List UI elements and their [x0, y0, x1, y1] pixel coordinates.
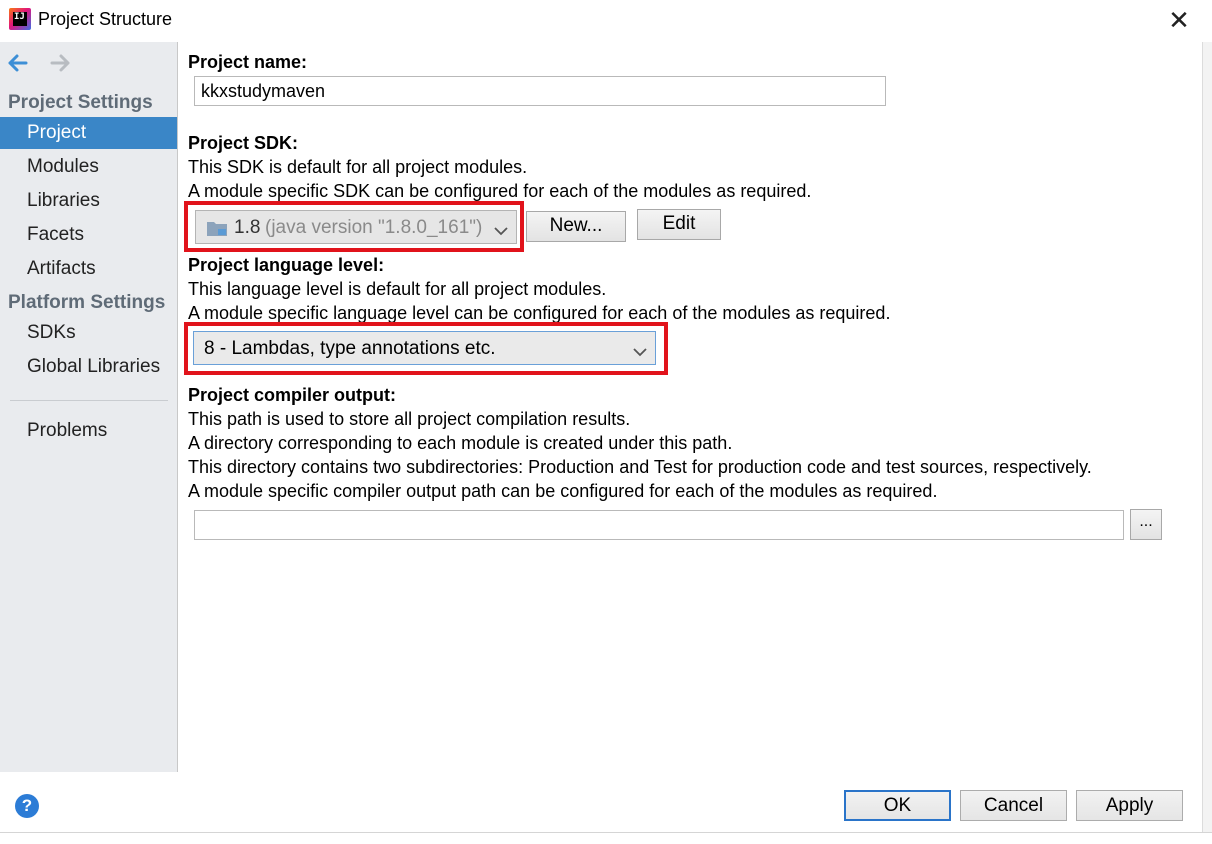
chevron-down-icon: [632, 342, 648, 364]
sdk-version-detail: (java version "1.8.0_161"): [265, 217, 483, 238]
language-level-value: 8 - Lambdas, type annotations etc.: [204, 338, 496, 359]
compiler-output-path-input[interactable]: [194, 510, 1124, 540]
close-icon[interactable]: ✕: [1164, 6, 1194, 36]
bottom-border: [0, 832, 1212, 833]
sidebar-divider: [10, 400, 168, 401]
project-sdk-desc-1: This SDK is default for all project modu…: [188, 157, 528, 177]
sidebar-item-modules[interactable]: Modules: [0, 151, 177, 183]
sidebar-item-facets[interactable]: Facets: [0, 219, 177, 251]
window-title: Project Structure: [38, 9, 173, 29]
sidebar-item-libraries[interactable]: Libraries: [0, 185, 177, 217]
vertical-scrollbar[interactable]: [1202, 42, 1212, 832]
intellij-logo-icon: IJ: [9, 8, 31, 30]
language-level-dropdown[interactable]: 8 - Lambdas, type annotations etc.: [193, 331, 656, 365]
compiler-output-desc-3: This directory contains two subdirectori…: [188, 457, 1092, 477]
language-level-label: Project language level:: [188, 255, 385, 275]
compiler-output-desc-1: This path is used to store all project c…: [188, 409, 631, 429]
project-settings-panel: Project name: kkxstudymaven Project SDK:…: [178, 42, 1202, 772]
platform-settings-header: Platform Settings: [8, 292, 166, 313]
cancel-button[interactable]: Cancel: [960, 790, 1067, 821]
project-name-input[interactable]: kkxstudymaven: [194, 76, 886, 106]
chevron-down-icon: [493, 221, 509, 243]
language-level-desc-1: This language level is default for all p…: [188, 279, 607, 299]
apply-button[interactable]: Apply: [1076, 790, 1183, 821]
compiler-output-desc-2: A directory corresponding to each module…: [188, 433, 733, 453]
sidebar-item-problems[interactable]: Problems: [0, 415, 177, 447]
compiler-output-desc-4: A module specific compiler output path c…: [188, 481, 938, 501]
browse-button[interactable]: ...: [1130, 509, 1162, 540]
sidebar-item-sdks[interactable]: SDKs: [0, 317, 177, 349]
folder-icon: [206, 219, 228, 243]
sidebar-item-global-libraries[interactable]: Global Libraries: [0, 351, 177, 383]
sidebar-item-project[interactable]: Project: [0, 117, 177, 149]
sdk-version: 1.8: [234, 217, 261, 238]
sdk-dropdown[interactable]: 1.8 (java version "1.8.0_161"): [195, 210, 517, 244]
back-arrow-icon[interactable]: [7, 52, 29, 74]
compiler-output-label: Project compiler output:: [188, 385, 397, 405]
project-sdk-label: Project SDK:: [188, 133, 299, 153]
sidebar: Project Settings Project Modules Librari…: [0, 42, 178, 772]
sidebar-item-artifacts[interactable]: Artifacts: [0, 253, 177, 285]
sdk-new-button[interactable]: New...: [526, 211, 626, 242]
project-sdk-desc-2: A module specific SDK can be configured …: [188, 181, 812, 201]
sdk-edit-button[interactable]: Edit: [637, 209, 721, 240]
project-name-label: Project name:: [188, 52, 308, 72]
help-icon[interactable]: ?: [15, 794, 39, 818]
project-settings-header: Project Settings: [8, 92, 153, 113]
language-level-desc-2: A module specific language level can be …: [188, 303, 891, 323]
forward-arrow-icon[interactable]: [49, 52, 71, 74]
ok-button[interactable]: OK: [844, 790, 951, 821]
title-bar: IJ Project Structure ✕: [0, 0, 1212, 42]
